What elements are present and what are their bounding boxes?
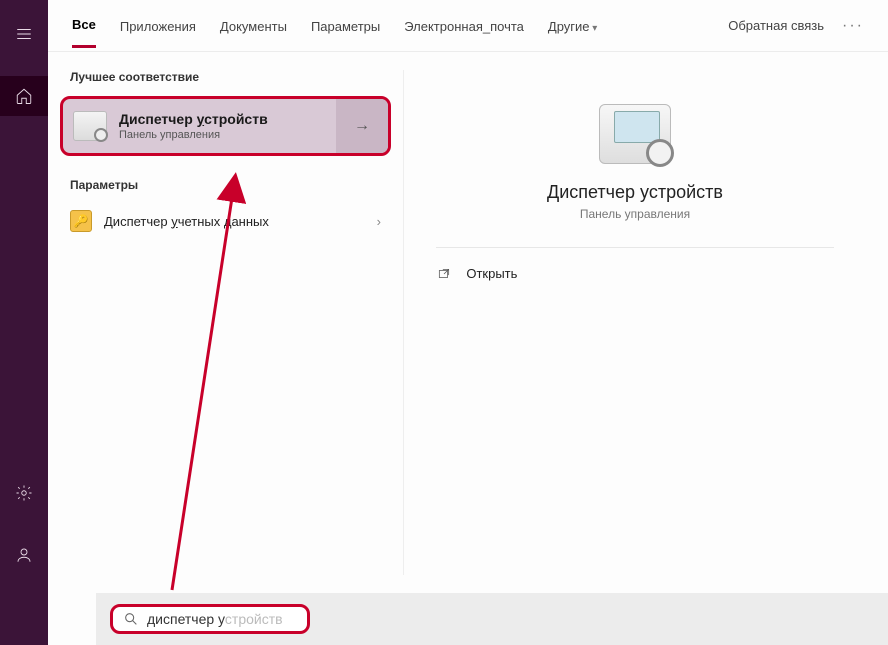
best-match-body[interactable]: Диспетчер устройств Панель управления [63, 99, 336, 153]
tab-apps[interactable]: Приложения [120, 5, 196, 47]
start-sidebar [0, 0, 48, 645]
separator [436, 247, 833, 248]
search-icon [123, 611, 139, 627]
best-match-text: Диспетчер устройств Панель управления [119, 111, 268, 141]
detail-subtitle: Панель управления [580, 207, 690, 221]
search-suggestion-text: стройств [225, 611, 283, 627]
search-typed-text: диспетчер у [147, 611, 225, 627]
best-match-subtitle: Панель управления [119, 129, 268, 141]
open-label: Открыть [466, 266, 517, 281]
expand-arrow-icon[interactable]: → [336, 99, 388, 153]
device-manager-large-icon [599, 104, 671, 164]
filter-tabs: Все Приложения Документы Параметры Элект… [48, 0, 888, 52]
tab-documents[interactable]: Документы [220, 5, 287, 47]
tab-settings[interactable]: Параметры [311, 5, 380, 47]
best-match-title-pre: Диспетчер [119, 111, 197, 127]
tab-email[interactable]: Электронная_почта [404, 5, 524, 47]
home-icon[interactable] [0, 76, 48, 116]
best-match-title-ul: у [197, 111, 204, 127]
open-icon [436, 267, 452, 281]
hamburger-icon[interactable] [0, 14, 48, 54]
device-manager-icon [73, 111, 107, 141]
best-match-item[interactable]: Диспетчер устройств Панель управления → [60, 96, 391, 156]
best-match-title-post: стройств [204, 111, 268, 127]
best-match-heading: Лучшее соответствие [48, 64, 403, 92]
search-input[interactable]: диспетчер устройств [110, 604, 310, 634]
param-item-credentials[interactable]: 🔑 Диспетчер учетных данных › [48, 200, 403, 242]
results-pane: Лучшее соответствие Диспетчер устройств … [48, 52, 403, 593]
open-action[interactable]: Открыть [436, 266, 833, 281]
feedback-link[interactable]: Обратная связь [728, 18, 824, 33]
tab-more[interactable]: Другие [548, 5, 597, 47]
gear-icon[interactable] [0, 473, 48, 513]
tab-all[interactable]: Все [72, 3, 96, 48]
param-title-pre: Диспетчер [104, 214, 171, 229]
search-bar: диспетчер устройств [96, 593, 888, 645]
params-heading: Параметры [48, 172, 403, 200]
chevron-right-icon: › [377, 214, 381, 229]
credential-manager-icon: 🔑 [70, 210, 92, 232]
overflow-menu-icon[interactable]: ··· [842, 17, 864, 35]
detail-pane: Диспетчер устройств Панель управления От… [403, 70, 866, 575]
detail-title: Диспетчер устройств [547, 182, 723, 203]
search-panel: Все Приложения Документы Параметры Элект… [48, 0, 888, 645]
person-icon[interactable] [0, 535, 48, 575]
param-title-post: четных данных [178, 214, 269, 229]
